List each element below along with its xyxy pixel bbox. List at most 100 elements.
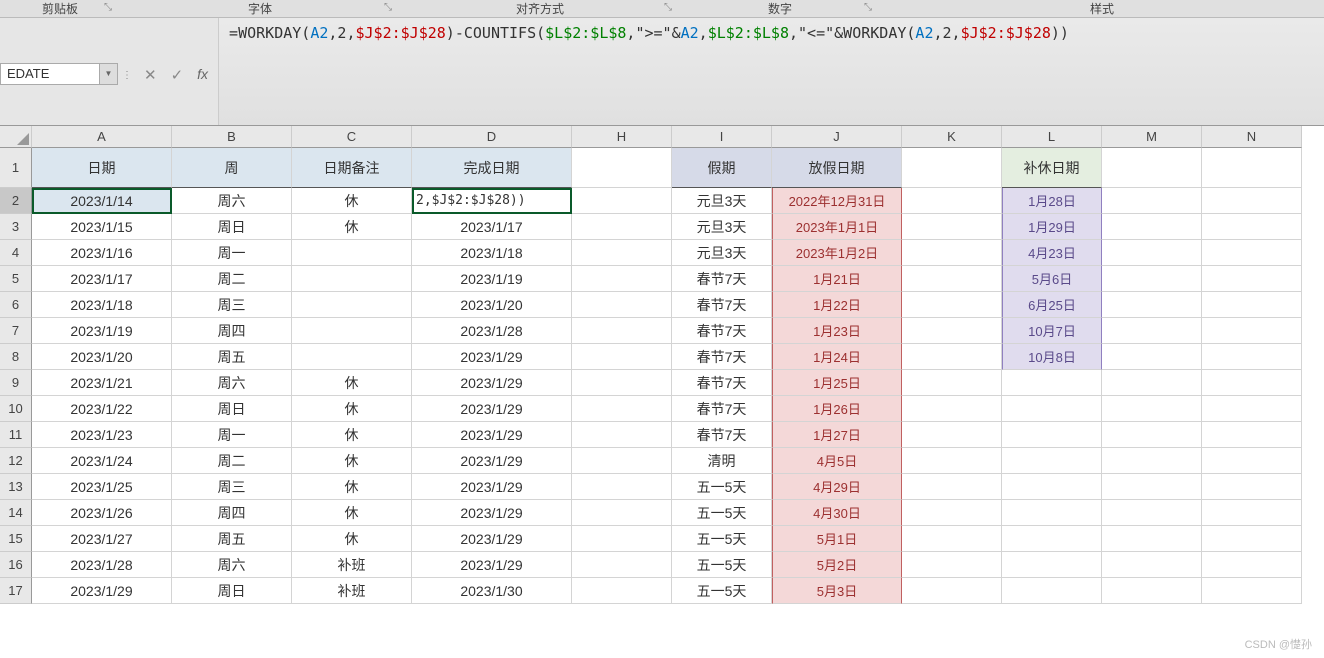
cell-C5[interactable] — [292, 266, 412, 292]
cell-L13[interactable] — [1002, 474, 1102, 500]
cell-L7[interactable]: 10月7日 — [1002, 318, 1102, 344]
cell-H12[interactable] — [572, 448, 672, 474]
cell-L2[interactable]: 1月28日 — [1002, 188, 1102, 214]
cell-I15[interactable]: 五一5天 — [672, 526, 772, 552]
cell-M5[interactable] — [1102, 266, 1202, 292]
cell-M15[interactable] — [1102, 526, 1202, 552]
cell-grid[interactable]: 日期周日期备注完成日期假期放假日期补休日期2023/1/14周六休2,$J$2:… — [32, 148, 1302, 604]
cell-H14[interactable] — [572, 500, 672, 526]
cell-L12[interactable] — [1002, 448, 1102, 474]
cell-I2[interactable]: 元旦3天 — [672, 188, 772, 214]
name-box-dropdown[interactable]: ▼ — [100, 63, 118, 85]
cell-C7[interactable] — [292, 318, 412, 344]
cell-H15[interactable] — [572, 526, 672, 552]
cell-N9[interactable] — [1202, 370, 1302, 396]
cell-H4[interactable] — [572, 240, 672, 266]
cell-B9[interactable]: 周六 — [172, 370, 292, 396]
cell-N11[interactable] — [1202, 422, 1302, 448]
cell-J9[interactable]: 1月25日 — [772, 370, 902, 396]
cell-H5[interactable] — [572, 266, 672, 292]
row-header-12[interactable]: 12 — [0, 448, 32, 474]
cell-L3[interactable]: 1月29日 — [1002, 214, 1102, 240]
col-header-H[interactable]: H — [572, 126, 672, 148]
cell-D4[interactable]: 2023/1/18 — [412, 240, 572, 266]
header-cell-I[interactable]: 假期 — [672, 148, 772, 188]
cell-H6[interactable] — [572, 292, 672, 318]
cell-J10[interactable]: 1月26日 — [772, 396, 902, 422]
cell-A13[interactable]: 2023/1/25 — [32, 474, 172, 500]
col-header-N[interactable]: N — [1202, 126, 1302, 148]
cell-M3[interactable] — [1102, 214, 1202, 240]
col-header-L[interactable]: L — [1002, 126, 1102, 148]
cell-I16[interactable]: 五一5天 — [672, 552, 772, 578]
header-cell-L[interactable]: 补休日期 — [1002, 148, 1102, 188]
cell-N12[interactable] — [1202, 448, 1302, 474]
cell-K12[interactable] — [902, 448, 1002, 474]
cell-K8[interactable] — [902, 344, 1002, 370]
cell-A9[interactable]: 2023/1/21 — [32, 370, 172, 396]
cell-K16[interactable] — [902, 552, 1002, 578]
cell-M9[interactable] — [1102, 370, 1202, 396]
cell-N15[interactable] — [1202, 526, 1302, 552]
col-header-A[interactable]: A — [32, 126, 172, 148]
cell-J12[interactable]: 4月5日 — [772, 448, 902, 474]
cancel-formula-icon[interactable]: ✕ — [144, 66, 157, 84]
cell-D11[interactable]: 2023/1/29 — [412, 422, 572, 448]
cell-D8[interactable]: 2023/1/29 — [412, 344, 572, 370]
cell-C2[interactable]: 休 — [292, 188, 412, 214]
cell-L6[interactable]: 6月25日 — [1002, 292, 1102, 318]
cell-C8[interactable] — [292, 344, 412, 370]
cell-B7[interactable]: 周四 — [172, 318, 292, 344]
cell-H11[interactable] — [572, 422, 672, 448]
cell-A15[interactable]: 2023/1/27 — [32, 526, 172, 552]
cell-A10[interactable]: 2023/1/22 — [32, 396, 172, 422]
cell-I8[interactable]: 春节7天 — [672, 344, 772, 370]
col-header-C[interactable]: C — [292, 126, 412, 148]
cell-I9[interactable]: 春节7天 — [672, 370, 772, 396]
cell-A6[interactable]: 2023/1/18 — [32, 292, 172, 318]
cell-H10[interactable] — [572, 396, 672, 422]
cell-I12[interactable]: 清明 — [672, 448, 772, 474]
cell-I5[interactable]: 春节7天 — [672, 266, 772, 292]
cell-M6[interactable] — [1102, 292, 1202, 318]
cell-M14[interactable] — [1102, 500, 1202, 526]
name-box[interactable]: EDATE — [0, 63, 100, 85]
cell-K17[interactable] — [902, 578, 1002, 604]
cell-B13[interactable]: 周三 — [172, 474, 292, 500]
cell-C17[interactable]: 补班 — [292, 578, 412, 604]
cell-D14[interactable]: 2023/1/29 — [412, 500, 572, 526]
cell-B12[interactable]: 周二 — [172, 448, 292, 474]
cell-N10[interactable] — [1202, 396, 1302, 422]
col-header-J[interactable]: J — [772, 126, 902, 148]
row-header-17[interactable]: 17 — [0, 578, 32, 604]
cell-K3[interactable] — [902, 214, 1002, 240]
row-header-8[interactable]: 8 — [0, 344, 32, 370]
cell-L4[interactable]: 4月23日 — [1002, 240, 1102, 266]
accept-formula-icon[interactable]: ✓ — [171, 66, 184, 84]
row-header-7[interactable]: 7 — [0, 318, 32, 344]
cell-K5[interactable] — [902, 266, 1002, 292]
cell-B14[interactable]: 周四 — [172, 500, 292, 526]
cell-D2[interactable]: 2,$J$2:$J$28)) — [412, 188, 572, 214]
cell-L11[interactable] — [1002, 422, 1102, 448]
cell-B17[interactable]: 周日 — [172, 578, 292, 604]
cell-A16[interactable]: 2023/1/28 — [32, 552, 172, 578]
cell-J2[interactable]: 2022年12月31日 — [772, 188, 902, 214]
cell-D15[interactable]: 2023/1/29 — [412, 526, 572, 552]
cell-C4[interactable] — [292, 240, 412, 266]
cell-A2[interactable]: 2023/1/14 — [32, 188, 172, 214]
cell-L16[interactable] — [1002, 552, 1102, 578]
select-all-corner[interactable] — [0, 126, 32, 148]
col-header-B[interactable]: B — [172, 126, 292, 148]
cell-A11[interactable]: 2023/1/23 — [32, 422, 172, 448]
cell-J8[interactable]: 1月24日 — [772, 344, 902, 370]
cell-J6[interactable]: 1月22日 — [772, 292, 902, 318]
cell-K9[interactable] — [902, 370, 1002, 396]
row-header-16[interactable]: 16 — [0, 552, 32, 578]
cell-C9[interactable]: 休 — [292, 370, 412, 396]
cell-K7[interactable] — [902, 318, 1002, 344]
cell-D9[interactable]: 2023/1/29 — [412, 370, 572, 396]
cell-C3[interactable]: 休 — [292, 214, 412, 240]
cell-J13[interactable]: 4月29日 — [772, 474, 902, 500]
cell-A17[interactable]: 2023/1/29 — [32, 578, 172, 604]
